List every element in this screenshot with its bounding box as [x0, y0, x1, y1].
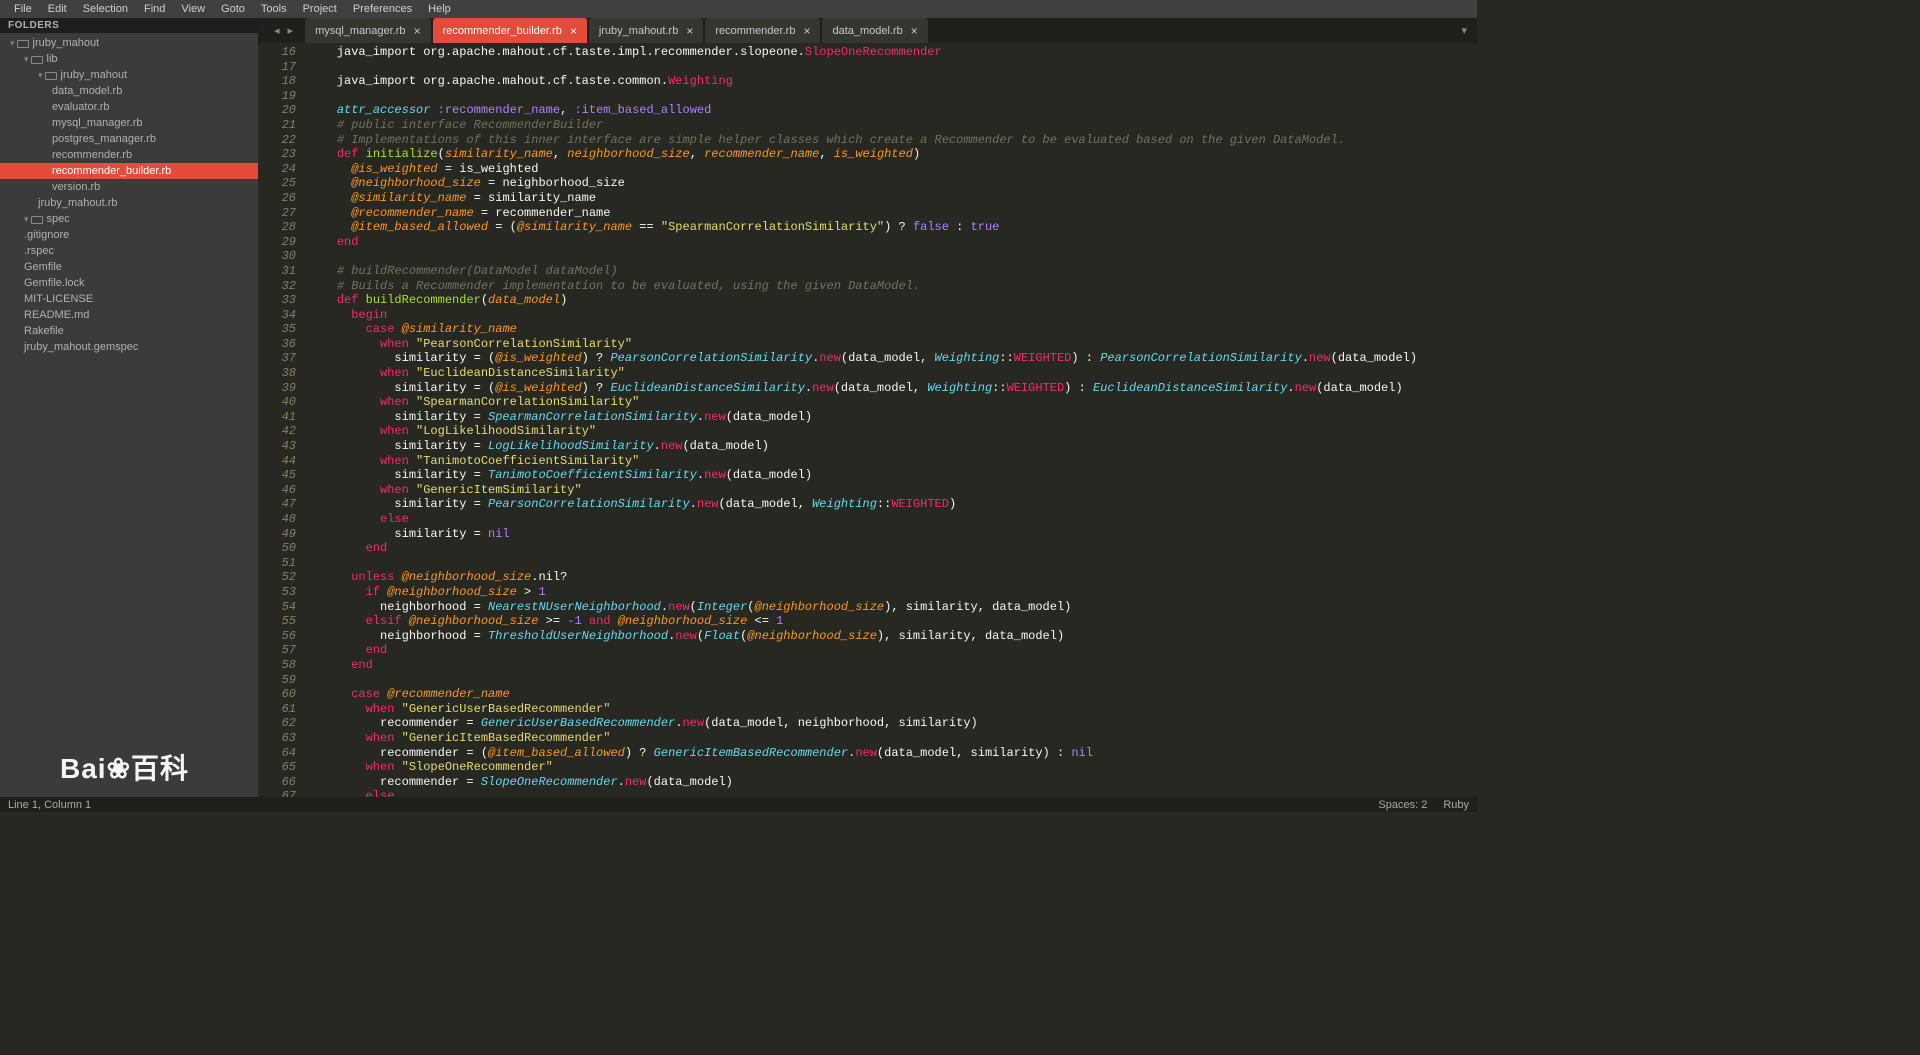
close-icon[interactable]: ×	[414, 24, 421, 38]
tree-label: version.rb	[52, 181, 100, 193]
file-version-rb[interactable]: version.rb	[0, 179, 258, 195]
menu-tools[interactable]: Tools	[253, 1, 295, 17]
folder-icon	[31, 56, 43, 64]
file-gemfile[interactable]: Gemfile	[0, 259, 258, 275]
folder-jruby-mahout[interactable]: jruby_mahout	[0, 35, 258, 51]
tree-label: spec	[47, 213, 70, 225]
file-mysql-manager-rb[interactable]: mysql_manager.rb	[0, 115, 258, 131]
tab-data-model-rb[interactable]: data_model.rb ×	[822, 18, 927, 43]
tree-label: postgres_manager.rb	[52, 133, 156, 145]
folder-icon	[17, 40, 29, 48]
folder-jruby-mahout[interactable]: jruby_mahout	[0, 67, 258, 83]
status-spaces[interactable]: Spaces: 2	[1378, 799, 1427, 811]
file-postgres-manager-rb[interactable]: postgres_manager.rb	[0, 131, 258, 147]
folder-icon	[45, 72, 57, 80]
menu-edit[interactable]: Edit	[40, 1, 75, 17]
close-icon[interactable]: ×	[570, 24, 577, 38]
file-jruby-mahout-rb[interactable]: jruby_mahout.rb	[0, 195, 258, 211]
status-cursor[interactable]: Line 1, Column 1	[8, 799, 91, 811]
folder-icon	[31, 216, 43, 224]
status-bar: Line 1, Column 1 Spaces: 2 Ruby	[0, 797, 1477, 812]
tree-label: jruby_mahout	[61, 69, 128, 81]
chevron-down-icon	[38, 69, 45, 81]
folder-lib[interactable]: lib	[0, 51, 258, 67]
sidebar: FOLDERS jruby_mahoutlibjruby_mahoutdata_…	[0, 18, 258, 797]
tree-label: mysql_manager.rb	[52, 117, 143, 129]
editor-area: ◂ ▸ mysql_manager.rb×recommender_builder…	[258, 18, 1477, 797]
code-editor[interactable]: 1617181920212223242526272829303132333435…	[258, 43, 1477, 797]
tab-label: jruby_mahout.rb	[599, 25, 679, 37]
tab-overflow-icon[interactable]: ▾	[1451, 18, 1477, 43]
tree-label: .rspec	[24, 245, 54, 257]
file--rspec[interactable]: .rspec	[0, 243, 258, 259]
tree-label: Gemfile.lock	[24, 277, 85, 289]
file-mit-license[interactable]: MIT-LICENSE	[0, 291, 258, 307]
tab-label: mysql_manager.rb	[315, 25, 406, 37]
file-recommender-rb[interactable]: recommender.rb	[0, 147, 258, 163]
tab-next-icon[interactable]: ▸	[284, 24, 298, 37]
tab-nav: ◂ ▸	[264, 18, 303, 43]
tab-bar: ◂ ▸ mysql_manager.rb×recommender_builder…	[258, 18, 1477, 43]
tree-label: recommender.rb	[52, 149, 132, 161]
close-icon[interactable]: ×	[803, 24, 810, 38]
line-gutter: 1617181920212223242526272829303132333435…	[258, 43, 308, 797]
file-rakefile[interactable]: Rakefile	[0, 323, 258, 339]
tree-label: .gitignore	[24, 229, 69, 241]
tree-label: recommender_builder.rb	[52, 165, 171, 177]
tree-label: data_model.rb	[52, 85, 122, 97]
file-jruby-mahout-gemspec[interactable]: jruby_mahout.gemspec	[0, 339, 258, 355]
menu-file[interactable]: File	[6, 1, 40, 17]
tab-label: recommender_builder.rb	[443, 25, 562, 37]
chevron-down-icon	[24, 213, 31, 225]
chevron-down-icon	[10, 37, 17, 49]
menu-bar: FileEditSelectionFindViewGotoToolsProjec…	[0, 0, 1477, 18]
menu-goto[interactable]: Goto	[213, 1, 253, 17]
tab-recommender-builder-rb[interactable]: recommender_builder.rb ×	[433, 18, 587, 43]
file-gemfile-lock[interactable]: Gemfile.lock	[0, 275, 258, 291]
tree-label: jruby_mahout	[33, 37, 100, 49]
tree-label: README.md	[24, 309, 89, 321]
menu-view[interactable]: View	[173, 1, 213, 17]
tree-label: MIT-LICENSE	[24, 293, 93, 305]
file-data-model-rb[interactable]: data_model.rb	[0, 83, 258, 99]
file--gitignore[interactable]: .gitignore	[0, 227, 258, 243]
file-evaluator-rb[interactable]: evaluator.rb	[0, 99, 258, 115]
tree-label: jruby_mahout.rb	[38, 197, 118, 209]
status-language[interactable]: Ruby	[1443, 799, 1469, 811]
file-readme-md[interactable]: README.md	[0, 307, 258, 323]
tab-label: recommender.rb	[715, 25, 795, 37]
menu-find[interactable]: Find	[136, 1, 173, 17]
watermark: Bai❀百科	[60, 747, 189, 787]
tree-label: evaluator.rb	[52, 101, 109, 113]
close-icon[interactable]: ×	[686, 24, 693, 38]
tree-label: Rakefile	[24, 325, 64, 337]
file-recommender-builder-rb[interactable]: recommender_builder.rb	[0, 163, 258, 179]
code-content[interactable]: java_import org.apache.mahout.cf.taste.i…	[308, 43, 1477, 797]
tab-recommender-rb[interactable]: recommender.rb ×	[705, 18, 820, 43]
tree-label: lib	[47, 53, 58, 65]
tree-label: jruby_mahout.gemspec	[24, 341, 138, 353]
tab-jruby-mahout-rb[interactable]: jruby_mahout.rb ×	[589, 18, 704, 43]
tree-label: Gemfile	[24, 261, 62, 273]
folder-spec[interactable]: spec	[0, 211, 258, 227]
close-icon[interactable]: ×	[911, 24, 918, 38]
tab-label: data_model.rb	[832, 25, 902, 37]
sidebar-header: FOLDERS	[0, 18, 258, 33]
menu-project[interactable]: Project	[295, 1, 345, 17]
menu-selection[interactable]: Selection	[75, 1, 136, 17]
folder-tree: jruby_mahoutlibjruby_mahoutdata_model.rb…	[0, 33, 258, 355]
menu-help[interactable]: Help	[420, 1, 459, 17]
menu-preferences[interactable]: Preferences	[345, 1, 420, 17]
tab-mysql-manager-rb[interactable]: mysql_manager.rb ×	[305, 18, 431, 43]
tab-prev-icon[interactable]: ◂	[270, 24, 284, 37]
chevron-down-icon	[24, 53, 31, 65]
